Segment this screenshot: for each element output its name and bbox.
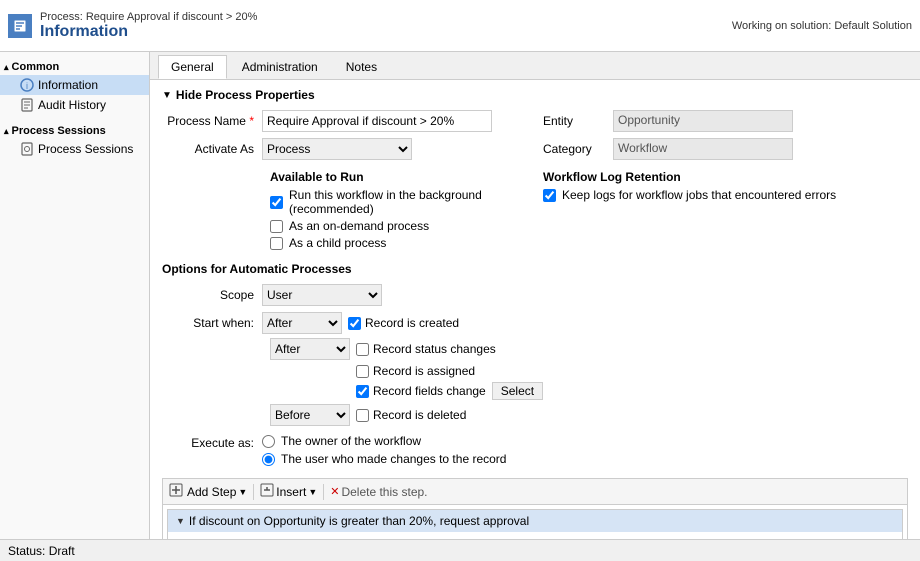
section-title: Hide Process Properties	[176, 88, 315, 102]
sidebar-item-label: Audit History	[38, 98, 106, 112]
checkbox-record-deleted[interactable]	[356, 409, 369, 422]
sidebar-item-process-sessions[interactable]: Process Sessions	[0, 139, 149, 159]
sidebar-item-label: Information	[38, 78, 98, 92]
checkbox-record-created[interactable]	[348, 317, 361, 330]
status-label: Status: Draft	[8, 544, 75, 558]
add-step-dropdown-icon[interactable]: ▼	[238, 487, 247, 497]
sidebar: ▴ Common i Information Audit History ▴ P…	[0, 52, 150, 539]
checkbox-on-demand[interactable]	[270, 220, 283, 233]
condition-text-if: If	[184, 538, 194, 539]
checkbox-child-process[interactable]	[270, 237, 283, 250]
scope-select[interactable]: User Business Unit Parent: Child Busines…	[262, 284, 382, 306]
section-collapse-icon: ▼	[162, 90, 172, 101]
checkbox-fields-change-label: Record fields change	[373, 384, 486, 398]
entity-label: Entity	[543, 114, 613, 128]
step-header-1[interactable]: ▼ If discount on Opportunity is greater …	[168, 510, 902, 532]
tab-notes[interactable]: Notes	[333, 55, 390, 79]
sidebar-item-information[interactable]: i Information	[0, 75, 149, 95]
category-label: Category	[543, 142, 613, 156]
checkbox-child-label: As a child process	[289, 236, 386, 250]
condition-suffix: , then:	[447, 538, 480, 539]
step-body-1: If Opportunity:Opportunity Discount (%) …	[168, 532, 902, 539]
activate-as-label: Activate As	[162, 142, 262, 156]
radio-owner[interactable]	[262, 435, 275, 448]
sidebar-item-audit-history[interactable]: Audit History	[0, 95, 149, 115]
status-bar: Status: Draft	[0, 539, 920, 561]
insert-icon	[260, 483, 274, 500]
workflow-log-label: Workflow Log Retention	[543, 170, 908, 184]
start-when-select-5[interactable]: Before	[270, 404, 350, 426]
condition-link[interactable]: Opportunity:Opportunity Discount (%) > […	[194, 538, 444, 539]
checkbox-status-changes[interactable]	[356, 343, 369, 356]
tab-administration[interactable]: Administration	[229, 55, 331, 79]
options-label: Options for Automatic Processes	[162, 262, 908, 276]
tab-bar: General Administration Notes	[150, 52, 920, 80]
checkbox-keep-logs[interactable]	[543, 189, 556, 202]
add-step-icon	[169, 483, 183, 500]
available-to-run-label: Available to Run	[162, 170, 527, 184]
scope-label: Scope	[162, 288, 262, 302]
info-icon: i	[20, 78, 34, 92]
checkbox-keep-logs-label: Keep logs for workflow jobs that encount…	[562, 188, 836, 202]
checkbox-record-created-label: Record is created	[365, 316, 459, 330]
step-toolbar: Add Step ▼ Insert ▼ ✕ Delete this step.	[162, 478, 908, 505]
delete-button[interactable]: Delete this step.	[341, 485, 427, 499]
radio-owner-label: The owner of the workflow	[281, 434, 421, 448]
start-when-label: Start when:	[162, 316, 262, 330]
step-item-1: ▼ If discount on Opportunity is greater …	[167, 509, 903, 539]
section-hide-process[interactable]: ▼ Hide Process Properties	[162, 88, 908, 102]
checkbox-on-demand-label: As an on-demand process	[289, 219, 429, 233]
step-header-label: If discount on Opportunity is greater th…	[189, 514, 529, 528]
step-triangle-icon: ▼	[176, 516, 185, 526]
start-when-select-1[interactable]: After	[262, 312, 342, 334]
solution-label: Working on solution: Default Solution	[732, 20, 912, 32]
svg-text:i: i	[26, 81, 28, 91]
process-subtitle: Process: Require Approval if discount > …	[40, 11, 732, 23]
insert-button[interactable]: Insert	[276, 485, 306, 499]
radio-user-label: The user who made changes to the record	[281, 452, 506, 466]
entity-value: Opportunity	[613, 110, 793, 132]
activate-as-select[interactable]: Process Process Template	[262, 138, 412, 160]
select-button[interactable]: Select	[492, 382, 543, 400]
checkbox-record-assigned-label: Record is assigned	[373, 364, 475, 378]
execute-as-label: Execute as:	[162, 434, 262, 450]
sidebar-section-process-sessions: ▴ Process Sessions	[0, 119, 149, 139]
tab-general[interactable]: General	[158, 55, 227, 79]
process-name-input[interactable]	[262, 110, 492, 132]
insert-dropdown-icon[interactable]: ▼	[308, 487, 317, 497]
checkbox-record-deleted-label: Record is deleted	[373, 408, 466, 422]
sidebar-item-label: Process Sessions	[38, 142, 133, 156]
form-panel: ▼ Hide Process Properties Process Name *	[150, 80, 920, 539]
add-step-button[interactable]: Add Step	[187, 485, 236, 499]
checkbox-record-assigned[interactable]	[356, 365, 369, 378]
common-triangle-icon: ▴	[4, 62, 9, 73]
sessions-icon	[20, 142, 34, 156]
steps-container: ▼ If discount on Opportunity is greater …	[162, 505, 908, 539]
audit-icon	[20, 98, 34, 112]
start-when-select-2[interactable]: After	[270, 338, 350, 360]
category-value: Workflow	[613, 138, 793, 160]
checkbox-status-changes-label: Record status changes	[373, 342, 496, 356]
sessions-triangle-icon: ▴	[4, 126, 9, 137]
checkbox-fields-change[interactable]	[356, 385, 369, 398]
checkbox-run-background-label: Run this workflow in the background (rec…	[289, 188, 527, 216]
delete-icon: ✕	[330, 485, 339, 498]
process-name-label: Process Name *	[162, 114, 262, 128]
checkbox-run-background[interactable]	[270, 196, 283, 209]
radio-user[interactable]	[262, 453, 275, 466]
sidebar-section-common: ▴ Common	[0, 58, 149, 75]
page-title: Information	[40, 23, 732, 41]
content-area: General Administration Notes ▼ Hide Proc…	[150, 52, 920, 539]
